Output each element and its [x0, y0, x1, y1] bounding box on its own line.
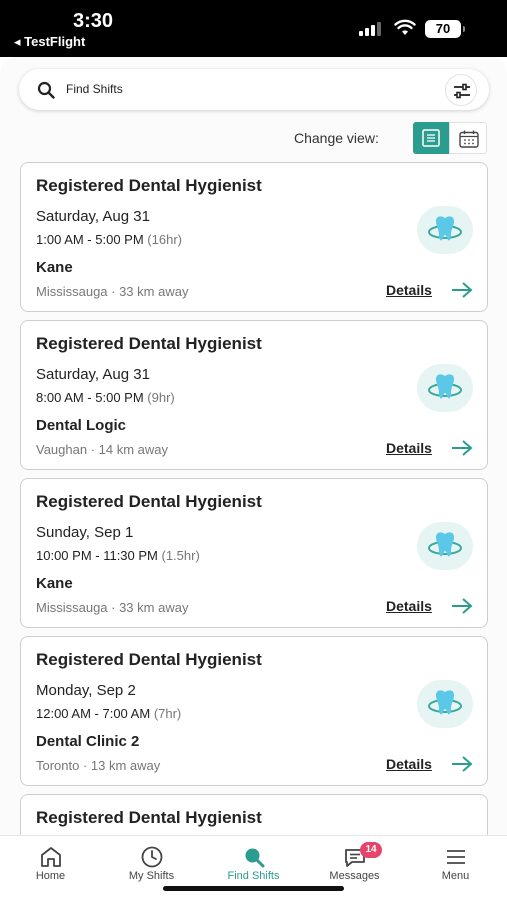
- search-input[interactable]: Find Shifts: [66, 82, 123, 96]
- shift-time: 1:00 AM - 5:00 PM (16hr): [36, 232, 182, 247]
- tooth-logo-icon: [417, 364, 473, 412]
- shift-card[interactable]: Registered Dental Hygienist Sunday, Sep …: [20, 478, 488, 628]
- back-to-testflight[interactable]: ◂ TestFlight: [14, 34, 85, 50]
- shift-title: Registered Dental Hygienist: [36, 492, 262, 511]
- sliders-icon: [454, 83, 470, 99]
- shift-time-range: 12:00 AM - 7:00 AM: [36, 706, 151, 721]
- details-link[interactable]: Details: [386, 440, 432, 456]
- shift-date: Saturday, Aug 31: [36, 208, 150, 225]
- tooth-logo-icon: [417, 206, 473, 254]
- list-view-button[interactable]: [413, 122, 449, 154]
- details-link[interactable]: Details: [386, 598, 432, 614]
- shift-duration: (16hr): [147, 232, 182, 247]
- calendar-view-button[interactable]: [449, 122, 487, 154]
- shift-duration: (1.5hr): [161, 548, 200, 563]
- tab-label: Menu: [441, 870, 470, 882]
- details-link[interactable]: Details: [386, 756, 432, 772]
- home-icon: [41, 847, 61, 867]
- shift-date: Monday, Sep 2: [36, 682, 136, 699]
- shift-title: Registered Dental Hygienist: [36, 334, 262, 353]
- signal-icon: [359, 22, 381, 36]
- menu-icon: [447, 850, 465, 864]
- shift-date: Saturday, Aug 31: [36, 366, 150, 383]
- clinic-name: Kane: [36, 259, 73, 276]
- shift-duration: (7hr): [153, 706, 182, 721]
- clinic-location: Mississauga · 33 km away: [36, 600, 189, 615]
- shift-date: Sunday, Sep 1: [36, 524, 134, 541]
- shift-card[interactable]: Registered Dental Hygienist Monday, Sep …: [20, 636, 488, 786]
- tab-label: My Shifts: [128, 870, 175, 882]
- shift-card[interactable]: Registered Dental Hygienist Saturday, Au…: [20, 162, 488, 312]
- search-bar[interactable]: Find Shifts: [19, 69, 489, 110]
- shift-title: Registered Dental Hygienist: [36, 650, 262, 669]
- arrow-right-icon[interactable]: [451, 439, 473, 457]
- tab-find-shifts[interactable]: Find Shifts: [203, 836, 304, 891]
- arrow-right-icon[interactable]: [451, 281, 473, 299]
- tab-home[interactable]: Home: [0, 836, 101, 891]
- tab-label: Home: [35, 870, 66, 882]
- shift-card[interactable]: Registered Dental Hygienist Saturday, Au…: [20, 320, 488, 470]
- tooth-logo-icon: [417, 522, 473, 570]
- shift-time: 12:00 AM - 7:00 AM (7hr): [36, 706, 181, 721]
- clock-icon: [141, 846, 163, 868]
- shift-title: Registered Dental Hygienist: [36, 176, 262, 195]
- arrow-right-icon[interactable]: [451, 755, 473, 773]
- search-icon: [37, 81, 55, 99]
- tooth-logo-icon: [417, 680, 473, 728]
- tab-messages[interactable]: 14 Messages: [304, 836, 405, 891]
- wifi-icon: [394, 19, 416, 35]
- shift-time-range: 8:00 AM - 5:00 PM: [36, 390, 144, 405]
- arrow-right-icon[interactable]: [451, 597, 473, 615]
- home-indicator: [163, 886, 344, 891]
- filter-button[interactable]: [445, 74, 477, 106]
- tab-label: Messages: [329, 870, 380, 882]
- battery-icon: 70: [425, 20, 465, 38]
- change-view-label: Change view:: [294, 130, 379, 146]
- shift-duration: (9hr): [147, 390, 175, 405]
- clinic-location: Vaughan · 14 km away: [36, 442, 168, 457]
- shift-time: 8:00 AM - 5:00 PM (9hr): [36, 390, 175, 405]
- search-icon: [245, 848, 265, 868]
- message-count-badge: 14: [360, 842, 382, 858]
- calendar-view-icon: [459, 130, 479, 148]
- clinic-name: Kane: [36, 575, 73, 592]
- tab-menu[interactable]: Menu: [405, 836, 506, 891]
- clinic-location: Toronto · 13 km away: [36, 758, 161, 773]
- tab-label: Find Shifts: [227, 870, 280, 882]
- list-view-icon: [422, 129, 440, 147]
- status-time: 3:30: [73, 10, 114, 32]
- shift-time-range: 10:00 PM - 11:30 PM: [36, 548, 158, 563]
- status-bar: 3:30 ◂ TestFlight 70: [0, 0, 507, 57]
- details-link[interactable]: Details: [386, 282, 432, 298]
- clinic-name: Dental Logic: [36, 417, 127, 434]
- shift-time-range: 1:00 AM - 5:00 PM: [36, 232, 144, 247]
- shift-time: 10:00 PM - 11:30 PM (1.5hr): [36, 548, 200, 563]
- clinic-location: Mississauga · 33 km away: [36, 284, 189, 299]
- shift-title: Registered Dental Hygienist: [36, 808, 262, 827]
- tab-my-shifts[interactable]: My Shifts: [101, 836, 202, 891]
- clinic-name: Dental Clinic 2: [36, 733, 140, 750]
